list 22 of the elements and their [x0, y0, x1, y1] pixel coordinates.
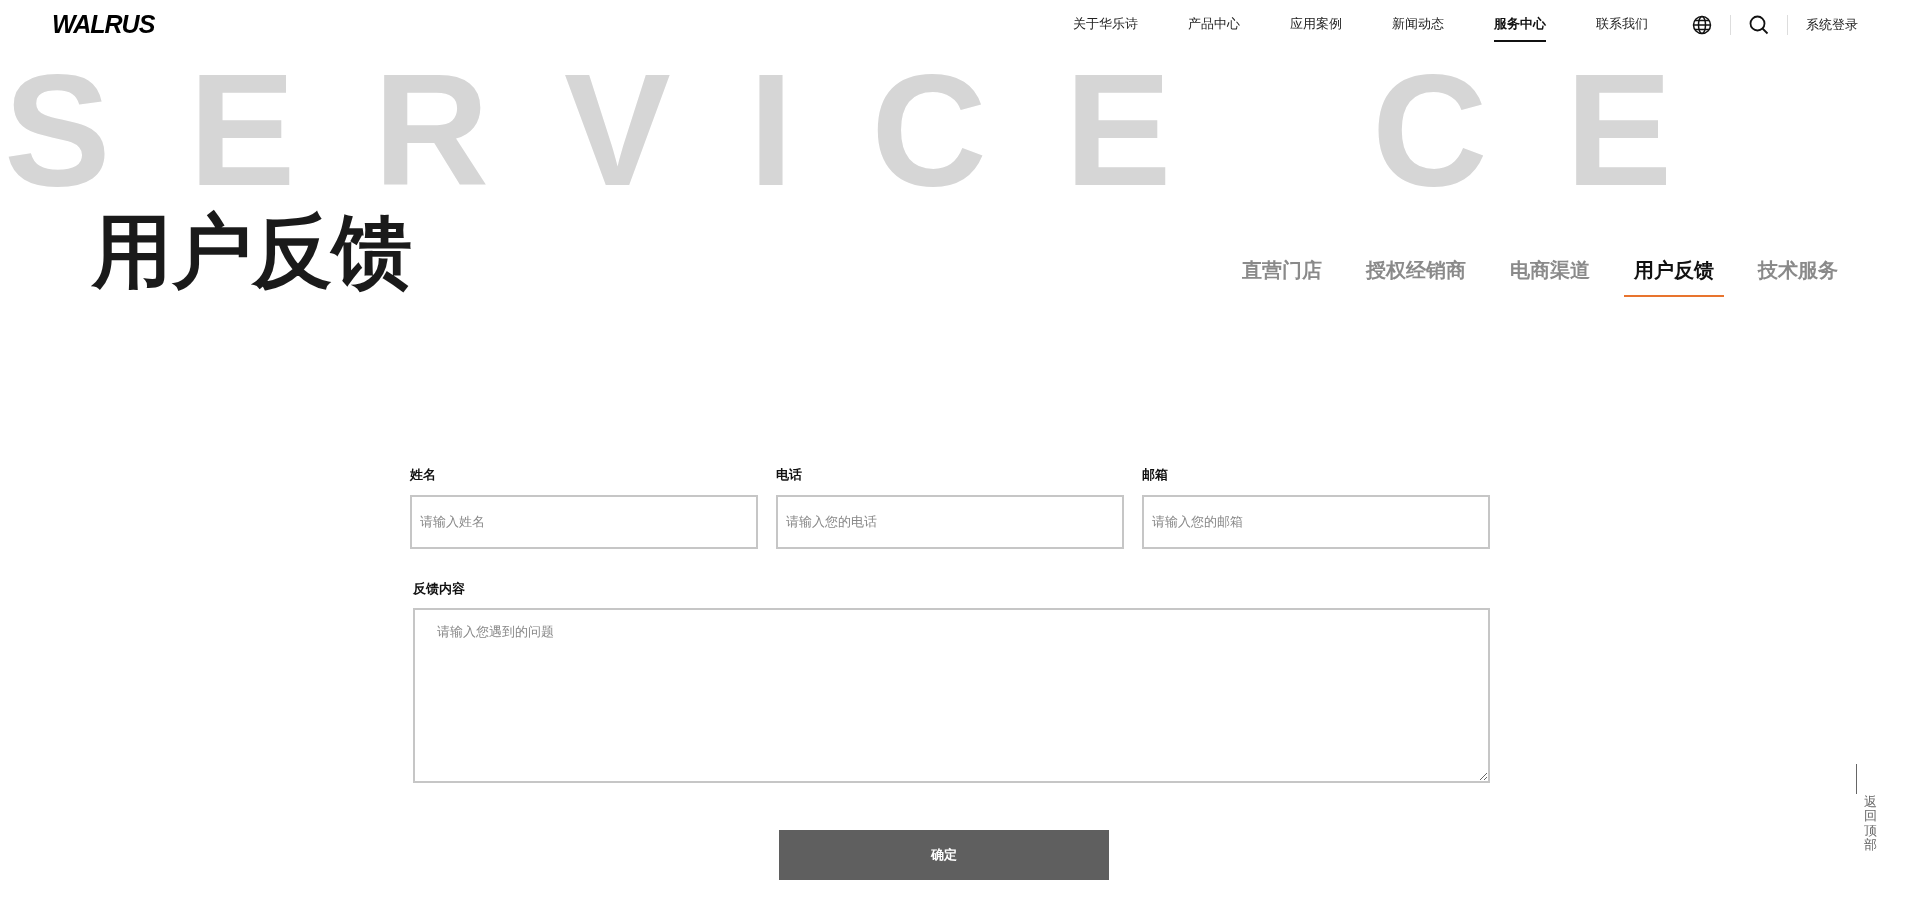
input-field[interactable]: 请输入您的邮箱	[1142, 494, 1490, 549]
field-label: 姓名	[410, 466, 436, 484]
nav-link[interactable]: 关于华乐诗	[1073, 8, 1138, 42]
logo[interactable]: WALRUS	[52, 6, 155, 44]
nav-link[interactable]: 产品中心	[1188, 8, 1240, 42]
feedback-textarea[interactable]: 请输入您遇到的问题	[413, 608, 1490, 783]
nav-link[interactable]: 服务中心	[1494, 8, 1546, 42]
tab[interactable]: 用户反馈	[1624, 255, 1724, 297]
nav-link[interactable]: 联系我们	[1596, 8, 1648, 42]
input-field[interactable]: 请输入您的电话	[776, 494, 1124, 549]
globe-icon[interactable]	[1692, 15, 1712, 35]
back-to-top-link[interactable]: 返回顶部	[1864, 795, 1877, 853]
nav-link[interactable]: 应用案例	[1290, 8, 1342, 42]
input-field[interactable]: 请输入姓名	[410, 494, 758, 549]
login-link[interactable]: 系统登录	[1806, 15, 1858, 35]
field-label: 电话	[776, 466, 802, 484]
search-icon[interactable]	[1749, 15, 1769, 35]
submit-button[interactable]: 确定	[778, 830, 1109, 880]
nav-link[interactable]: 新闻动态	[1392, 8, 1444, 42]
field-label: 反馈内容	[413, 579, 465, 598]
field-label: 邮箱	[1142, 466, 1168, 484]
page-title: 用户反馈	[92, 212, 412, 292]
